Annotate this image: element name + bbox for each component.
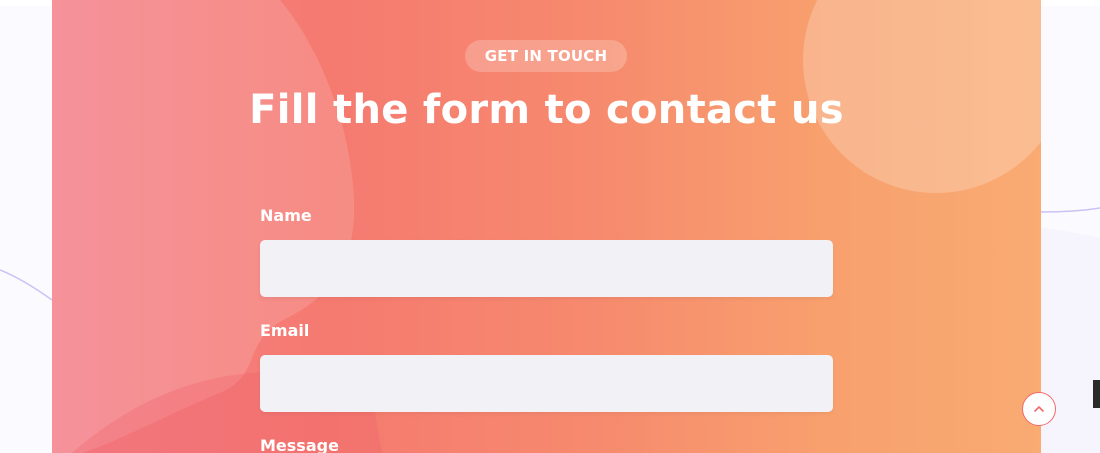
name-label: Name [260,206,312,225]
section-eyebrow: GET IN TOUCH [465,40,627,72]
name-input[interactable] [260,240,833,297]
scroll-to-top-button[interactable] [1022,392,1056,426]
section-title: Fill the form to contact us [249,87,844,133]
chevron-up-icon [1034,406,1044,412]
side-edge-tab[interactable] [1093,380,1100,408]
message-label: Message [260,436,339,453]
email-input[interactable] [260,355,833,412]
email-label: Email [260,321,310,340]
contact-panel: GET IN TOUCH Fill the form to contact us… [52,0,1041,453]
page: GET IN TOUCH Fill the form to contact us… [0,0,1100,453]
